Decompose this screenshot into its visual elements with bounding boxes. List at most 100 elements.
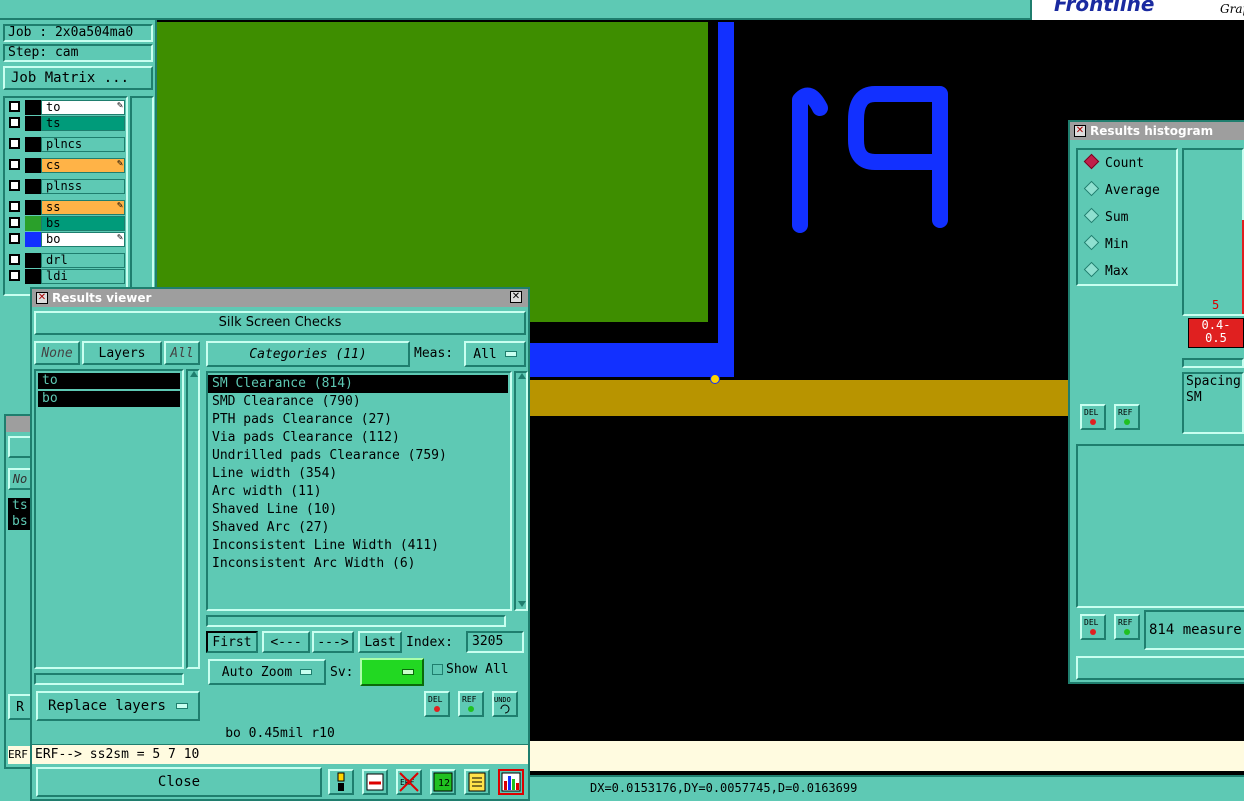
job-matrix-button[interactable]: Job Matrix ... <box>3 66 153 90</box>
layer-row[interactable]: ts <box>7 116 125 131</box>
layer-result-hscroll[interactable] <box>34 673 184 685</box>
category-item[interactable]: Via pads Clearance (112) <box>208 429 510 447</box>
category-item[interactable]: Arc width (11) <box>208 483 510 501</box>
layer-name[interactable]: ss <box>41 200 125 215</box>
category-item[interactable]: Inconsistent Arc Width (6) <box>208 555 510 573</box>
layer-name[interactable]: bo <box>41 232 125 247</box>
radio-icon[interactable] <box>1083 207 1100 224</box>
window-menu-icon[interactable]: ✕ <box>36 292 48 304</box>
histogram-titlebar[interactable]: ✕ Results histogram <box>1070 122 1244 140</box>
histogram-hscroll[interactable] <box>1182 358 1244 368</box>
aggregate-option-sum[interactable]: Sum <box>1078 204 1176 231</box>
show-all-checkbox[interactable] <box>432 664 443 675</box>
ref-button[interactable]: REF <box>458 691 484 717</box>
layer-row[interactable]: ldi <box>7 269 125 284</box>
layer-name[interactable]: cs <box>41 158 125 173</box>
histogram-ref-button[interactable]: REF <box>1114 404 1140 430</box>
radio-icon[interactable] <box>1083 180 1100 197</box>
layer-name[interactable]: plncs <box>41 137 125 152</box>
layer-toggle-icon[interactable] <box>9 217 20 228</box>
last-button[interactable]: Last <box>358 631 402 653</box>
replace-layers-select[interactable]: Replace layers <box>36 691 200 721</box>
layer-toggle-icon[interactable] <box>9 180 20 191</box>
layer-name[interactable]: ts <box>41 116 125 131</box>
category-item[interactable]: Undrilled pads Clearance (759) <box>208 447 510 465</box>
close-icon[interactable]: ✕ <box>510 291 522 303</box>
index-input[interactable]: 3205 <box>466 631 524 653</box>
category-hscroll[interactable] <box>206 615 506 627</box>
category-scrollbar[interactable] <box>514 371 528 611</box>
category-item[interactable]: Line width (354) <box>208 465 510 483</box>
result-layer-item[interactable]: to <box>38 373 180 389</box>
meas-select[interactable]: All <box>464 341 526 367</box>
hidden-none-button[interactable]: No <box>8 468 32 490</box>
first-button[interactable]: First <box>206 631 258 653</box>
close-button[interactable]: Close <box>36 767 322 797</box>
export-tool-button[interactable] <box>362 769 388 795</box>
hidden-list-item-bs[interactable]: bs <box>8 514 32 530</box>
histogram-tool-button[interactable] <box>498 769 524 795</box>
hidden-list-item-ts[interactable]: ts <box>8 498 32 514</box>
layer-toggle-icon[interactable] <box>9 254 20 265</box>
aggregate-option-min[interactable]: Min <box>1078 231 1176 258</box>
radio-icon[interactable] <box>1083 234 1100 251</box>
layer-row[interactable]: plncs <box>7 137 125 152</box>
layer-toggle-icon[interactable] <box>9 233 20 244</box>
layer-result-scrollbar[interactable] <box>186 369 200 669</box>
histogram-del-button[interactable]: DEL <box>1080 404 1106 430</box>
layer-toggle-icon[interactable] <box>9 201 20 212</box>
layer-toggle-icon[interactable] <box>9 138 20 149</box>
results-viewer-titlebar[interactable]: ✕ Results viewer ✕ <box>32 289 528 307</box>
category-item[interactable]: Shaved Arc (27) <box>208 519 510 537</box>
radio-icon[interactable] <box>1083 153 1100 170</box>
categories-header[interactable]: Categories (11) <box>206 341 410 367</box>
layer-toggle-icon[interactable] <box>9 117 20 128</box>
layer-toggle-icon[interactable] <box>9 101 20 112</box>
category-item[interactable]: SM Clearance (814) <box>208 375 508 393</box>
layer-name[interactable]: to <box>41 100 125 115</box>
layer-row[interactable]: plnss <box>7 179 125 194</box>
radio-icon[interactable] <box>1083 261 1100 278</box>
sv-color-select[interactable] <box>360 658 424 686</box>
histogram-ref-button-2[interactable]: REF <box>1114 614 1140 640</box>
layer-affected-icon: ✎ <box>116 158 123 169</box>
category-item[interactable]: Shaved Line (10) <box>208 501 510 519</box>
layer-list-scrollbar[interactable] <box>130 96 154 296</box>
aggregate-option-count[interactable]: Count <box>1078 150 1176 177</box>
hidden-r-button[interactable]: R <box>8 694 32 720</box>
histogram-del-button-2[interactable]: DEL <box>1080 614 1106 640</box>
category-item[interactable]: Inconsistent Line Width (411) <box>208 537 510 555</box>
del-button[interactable]: DEL <box>424 691 450 717</box>
auto-zoom-select[interactable]: Auto Zoom <box>208 659 326 685</box>
result-layer-item[interactable]: bo <box>38 391 180 407</box>
layer-row[interactable]: to ✎ <box>7 100 125 115</box>
next-button[interactable]: ---> <box>312 631 354 653</box>
layer-toggle-icon[interactable] <box>9 270 20 281</box>
histogram-bottom-button[interactable] <box>1076 656 1244 680</box>
select-none-button[interactable]: None <box>34 341 80 365</box>
layer-name[interactable]: ldi <box>41 269 125 284</box>
report-tool-button[interactable] <box>464 769 490 795</box>
layers-header[interactable]: Layers <box>82 341 162 365</box>
category-item[interactable]: SMD Clearance (790) <box>208 393 510 411</box>
select-all-button[interactable]: All <box>164 341 200 365</box>
markers-tool-button[interactable] <box>328 769 354 795</box>
layer-name[interactable]: drl <box>41 253 125 268</box>
erf-tool-button[interactable]: ERF <box>396 769 422 795</box>
layer-row[interactable]: drl <box>7 253 125 268</box>
layer-row[interactable]: bs <box>7 216 125 231</box>
undo-button[interactable]: UNDO <box>492 691 518 717</box>
prev-button[interactable]: <--- <box>262 631 310 653</box>
step-tool-button[interactable]: 12 <box>430 769 456 795</box>
category-item[interactable]: PTH pads Clearance (27) <box>208 411 510 429</box>
layer-row[interactable]: ss ✎ <box>7 200 125 215</box>
layer-row[interactable]: bo ✎ <box>7 232 125 247</box>
layer-name[interactable]: bs <box>41 216 125 231</box>
hidden-window-button[interactable] <box>8 436 32 458</box>
aggregate-option-max[interactable]: Max <box>1078 258 1176 285</box>
layer-row[interactable]: cs ✎ <box>7 158 125 173</box>
window-menu-icon[interactable]: ✕ <box>1074 125 1086 137</box>
layer-toggle-icon[interactable] <box>9 159 20 170</box>
layer-name[interactable]: plnss <box>41 179 125 194</box>
aggregate-option-average[interactable]: Average <box>1078 177 1176 204</box>
